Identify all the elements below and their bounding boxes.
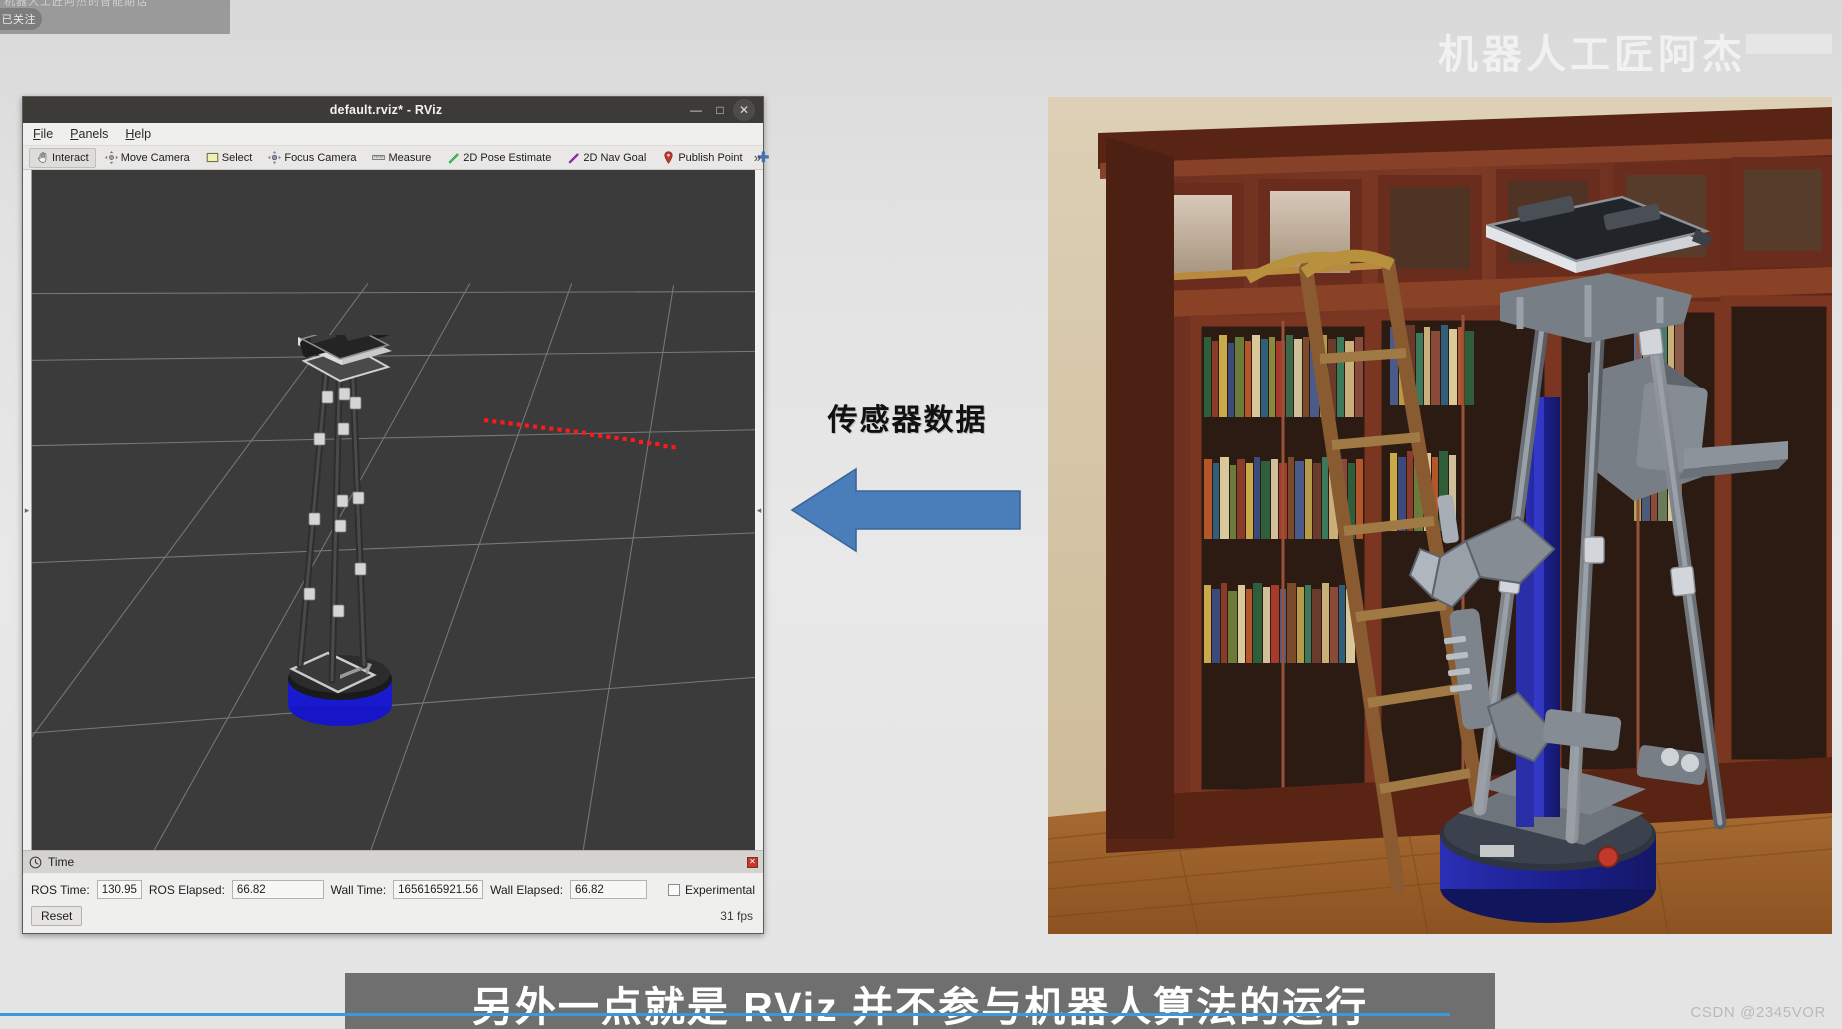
select-rect-icon xyxy=(206,152,219,163)
top-overlay-strip: 机器人工匠阿杰的智能期话 已关注 xyxy=(0,0,230,34)
purple-arrow-icon xyxy=(568,152,580,164)
tool-2d-pose-estimate[interactable]: 2D Pose Estimate xyxy=(440,148,558,168)
green-arrow-icon xyxy=(448,152,460,164)
robot-photo xyxy=(1048,97,1832,934)
menu-help-rest: elp xyxy=(134,127,152,141)
watermark-stripe xyxy=(1746,34,1832,54)
tool-select-label: Select xyxy=(221,151,253,164)
rviz-menubar: File Panels Help xyxy=(23,123,763,146)
menu-file-rest: ile xyxy=(40,127,54,141)
rviz-toolbar: Interact Move Camera Select Focus Camera xyxy=(23,146,769,170)
tool-2d-nav-goal-label: 2D Nav Goal xyxy=(583,151,647,164)
ros-time-input[interactable]: 130.95 xyxy=(96,880,142,899)
subtitle-bar: 另外一点就是 RViz 并不参与机器人算法的运行 xyxy=(345,973,1495,1029)
time-panel-header: Time ✕ xyxy=(23,851,763,873)
ros-elapsed-input[interactable]: 66.82 xyxy=(231,880,324,899)
tool-measure[interactable]: Measure xyxy=(365,148,438,168)
experimental-label: Experimental xyxy=(684,882,755,897)
follow-button[interactable]: 已关注 xyxy=(0,8,42,30)
ros-time-label: ROS Time: xyxy=(31,882,90,897)
experimental-checkbox-wrap[interactable]: Experimental xyxy=(667,882,755,897)
rviz-viewport-wrap: ▸ ◂ xyxy=(23,170,763,850)
sensor-data-label: 传感器数据 xyxy=(827,404,988,437)
ruler-icon xyxy=(372,155,386,160)
focus-camera-icon xyxy=(268,151,282,164)
experimental-checkbox[interactable] xyxy=(667,883,680,896)
hand-icon xyxy=(38,152,47,163)
left-arrow-icon xyxy=(790,467,1021,553)
wall-time-label: Wall Time: xyxy=(330,882,387,897)
tool-publish-point-label: Publish Point xyxy=(678,151,743,164)
fps-label: 31 fps xyxy=(720,909,753,923)
subtitle-underline xyxy=(0,1013,1450,1016)
left-panel-splitter[interactable]: ▸ xyxy=(23,170,31,850)
ros-elapsed-label: ROS Elapsed: xyxy=(148,882,225,897)
tool-2d-pose-estimate-label: 2D Pose Estimate xyxy=(463,151,552,164)
time-panel-title: Time xyxy=(48,855,75,869)
close-button[interactable]: ✕ xyxy=(733,99,755,121)
tool-focus-camera[interactable]: Focus Camera xyxy=(261,148,363,168)
tool-select[interactable]: Select xyxy=(199,148,260,168)
reset-button[interactable]: Reset xyxy=(31,906,83,926)
channel-watermark: 机器人工匠阿杰 xyxy=(1438,33,1746,77)
tool-interact[interactable]: Interact xyxy=(29,147,96,168)
time-panel-footer: Reset 31 fps xyxy=(23,904,763,933)
tool-move-camera[interactable]: Move Camera xyxy=(98,148,197,168)
time-panel-close-icon[interactable]: ✕ xyxy=(747,856,758,868)
robot-photo-image xyxy=(1048,97,1832,934)
rviz-window-title: default.rviz* - RViz xyxy=(329,103,443,117)
rviz-window: default.rviz* - RViz — □ ✕ File Panels H… xyxy=(22,96,769,934)
rviz-titlebar[interactable]: default.rviz* - RViz — □ ✕ xyxy=(23,97,763,123)
menu-panels-rest: anels xyxy=(78,127,109,141)
toolbar-overflow-button[interactable]: » xyxy=(754,150,761,165)
menu-item-file[interactable]: File xyxy=(33,127,53,141)
tool-interact-label: Interact xyxy=(52,151,89,164)
move-camera-icon xyxy=(104,151,118,164)
map-pin-icon xyxy=(664,151,673,164)
tool-publish-point[interactable]: Publish Point xyxy=(655,148,749,168)
menu-file-mnemonic: F xyxy=(33,127,41,141)
right-panel-splitter[interactable]: ◂ xyxy=(755,170,763,850)
tool-focus-camera-label: Focus Camera xyxy=(284,151,357,164)
maximize-button[interactable]: □ xyxy=(709,99,731,121)
time-panel: Time ✕ ROS Time: 130.95 ROS Elapsed: 66.… xyxy=(23,850,763,933)
rviz-3d-viewport[interactable] xyxy=(31,170,755,850)
menu-panels-mnemonic: P xyxy=(70,127,79,141)
tool-measure-label: Measure xyxy=(388,151,432,164)
sensor-data-annotation: 传感器数据 xyxy=(790,395,1025,558)
wall-elapsed-label: Wall Elapsed: xyxy=(490,882,564,897)
clock-icon xyxy=(29,856,42,868)
minimize-button[interactable]: — xyxy=(685,99,707,121)
csdn-watermark: CSDN @2345VOR xyxy=(1690,1004,1826,1021)
tool-2d-nav-goal[interactable]: 2D Nav Goal xyxy=(560,148,653,168)
menu-item-panels[interactable]: Panels xyxy=(70,127,108,141)
time-fields-row: ROS Time: 130.95 ROS Elapsed: 66.82 Wall… xyxy=(23,873,763,904)
wall-elapsed-input[interactable]: 66.82 xyxy=(570,880,647,899)
subtitle-text: 另外一点就是 RViz 并不参与机器人算法的运行 xyxy=(471,983,1369,1029)
robot-model xyxy=(288,335,392,726)
menu-item-help[interactable]: Help xyxy=(125,127,151,141)
tool-move-camera-label: Move Camera xyxy=(120,151,190,164)
wall-time-input[interactable]: 1656165921.56 xyxy=(393,880,484,899)
